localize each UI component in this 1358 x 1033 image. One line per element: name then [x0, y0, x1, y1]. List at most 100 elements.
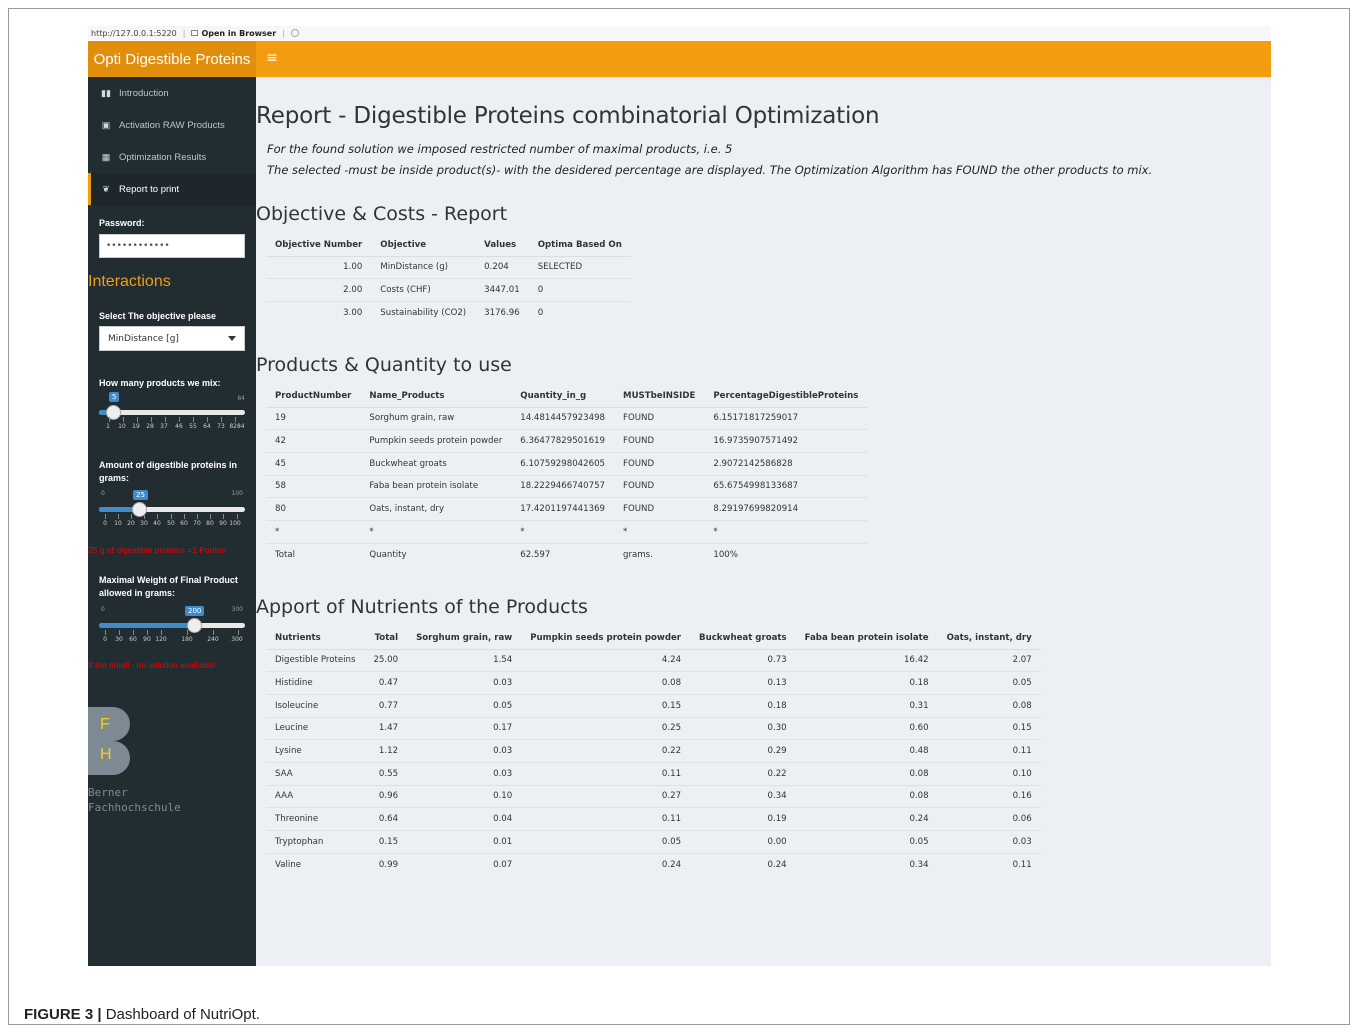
table-header: Pumpkin seeds protein powder [521, 627, 691, 650]
intro-line-1: For the found solution we imposed restri… [267, 142, 733, 156]
open-in-browser-label: Open in Browser [201, 28, 277, 38]
nutrient-name: Lysine [266, 739, 365, 763]
weight-warning-note: If too small - no solution available! [88, 660, 217, 670]
nutrient-value: 0.05 [937, 671, 1041, 695]
header-bar: Opti Digestible Proteins ≡ [88, 41, 1271, 77]
nutrient-value: 0.11 [937, 739, 1041, 763]
slider-value: 200 [185, 606, 205, 616]
nutrient-value: 0.18 [690, 693, 796, 718]
nutrient-value: 0.03 [407, 761, 522, 786]
book-icon: ▮▮ [101, 87, 111, 98]
nutrient-value: 0.01 [407, 830, 522, 854]
nutrient-name: Leucine [266, 716, 365, 740]
objective-select[interactable]: MinDistance [g] [99, 326, 245, 351]
open-in-browser-button[interactable]: Open in Browser [191, 29, 276, 38]
calculator-icon: ▦ [101, 151, 111, 162]
table-header: Objective [371, 234, 476, 257]
table-row: 80 Oats, instant, dry 17.4201197441369 FOUN… [266, 497, 868, 521]
chevron-down-icon [228, 336, 236, 341]
sidebar-item-introduction[interactable]: ▮▮ Introduction [88, 77, 256, 109]
sidebar-item-report[interactable]: ❦ Report to print [88, 173, 256, 205]
products-section-title: Products & Quantity to use [256, 354, 512, 376]
objective-table: Objective Number Objective Values Optima… [266, 234, 631, 325]
sidebar-item-label: Introduction [119, 87, 169, 99]
nutrient-value: 0.03 [407, 671, 522, 695]
products-count-slider[interactable]: 84 5 1 10 19 28 37 46 55 64 73 8284 [99, 392, 245, 432]
nutrient-value: 0.08 [937, 693, 1041, 718]
digestible-proteins-slider[interactable]: 0 100 25 0 10 20 30 40 50 60 70 80 90 100 [99, 487, 245, 529]
objective-label: Select The objective please [99, 311, 217, 321]
nutrient-value: 0.48 [795, 739, 938, 763]
max-weight-slider[interactable]: 0 300 200 0 30 60 90 120 180 240 300 [99, 603, 245, 645]
table-row: Isoleucine 0.77 0.05 0.15 0.18 0.31 0.08 [266, 693, 1041, 718]
table-row: Total Quantity 62.597 grams. 100% [266, 542, 868, 566]
slider-max: 84 [237, 395, 245, 402]
table-row: Digestible Proteins 25.00 1.54 4.24 0.73 16.4… [266, 648, 1041, 672]
nutrient-value: 0.19 [690, 807, 796, 831]
nutrient-value: 25.00 [364, 648, 408, 672]
nutrient-value: 0.11 [521, 807, 691, 831]
nutrient-value: 1.12 [364, 739, 408, 763]
nutrient-value: 0.31 [795, 693, 938, 718]
nutrient-name: Histidine [266, 671, 365, 695]
window-icon [191, 30, 199, 36]
table-header: ProductNumber [266, 385, 361, 408]
nutrient-value: 1.47 [364, 716, 408, 740]
nutrient-value: 0.10 [407, 784, 522, 808]
nutrient-value: 0.13 [690, 671, 796, 695]
nutrient-value: 0.29 [690, 739, 796, 763]
separator: | [282, 28, 285, 38]
clipboard-icon: ▣ [101, 119, 111, 130]
sidebar-item-activation[interactable]: ▣ Activation RAW Products [88, 109, 256, 141]
table-row: * * * * * [266, 519, 868, 544]
password-field[interactable]: •••••••••••• [99, 234, 245, 258]
nutrient-value: 0.04 [407, 807, 522, 831]
password-label: Password: [99, 218, 145, 228]
nutrient-value: 0.34 [690, 784, 796, 808]
sidebar-item-label: Report to print [119, 183, 180, 195]
slider-tick-labels: 0 10 20 30 40 50 60 70 80 90 100 [103, 520, 241, 527]
table-header: Objective Number [266, 234, 372, 257]
nutrient-value: 0.96 [364, 784, 408, 808]
products-table: ProductNumber Name_Products Quantity_in_… [266, 385, 868, 566]
table-row: 3.00 Sustainability (CO2) 3176.96 0 [266, 300, 631, 325]
nutrient-value: 0.17 [407, 716, 522, 740]
slider-max: 300 [231, 606, 243, 613]
nutrient-value: 2.07 [937, 648, 1041, 672]
figure-caption: FIGURE 3 | Dashboard of NutriOpt. [24, 1006, 260, 1023]
slider-tick-labels: 0 30 60 90 120 180 240 300 [103, 636, 243, 643]
app-title: Opti Digestible Proteins [88, 41, 256, 77]
hamburger-menu-icon[interactable]: ≡ [264, 50, 280, 66]
nutrient-name: Valine [266, 852, 365, 876]
sidebar: ▮▮ Introduction ▣ Activation RAW Product… [88, 77, 256, 966]
separator: | [182, 28, 186, 38]
nutrient-name: Threonine [266, 807, 365, 831]
nutrient-value: 0.99 [364, 852, 408, 876]
intro-line-2: The selected -must be inside product(s)-… [267, 163, 1153, 177]
table-header: Total [364, 627, 408, 650]
url-text[interactable]: http://127.0.0.1:5220 [91, 29, 177, 38]
table-row: SAA 0.55 0.03 0.11 0.22 0.08 0.10 [266, 761, 1041, 786]
nutrient-value: 0.27 [521, 784, 691, 808]
table-header: PercentageDigestibleProteins [704, 385, 868, 408]
nutrient-value: 0.47 [364, 671, 408, 695]
table-row: 42 Pumpkin seeds protein powder 6.36477829… [266, 429, 868, 453]
nutrient-value: 0.15 [937, 716, 1041, 740]
nutrient-value: 0.03 [937, 830, 1041, 854]
nutrient-name: Tryptophan [266, 830, 365, 854]
nutrient-value: 16.42 [795, 648, 938, 672]
sidebar-item-label: Activation RAW Products [119, 119, 225, 131]
table-header: Values [475, 234, 529, 257]
nutrient-value: 0.18 [795, 671, 938, 695]
seedling-icon: ❦ [102, 183, 110, 194]
nutrient-value: 0.11 [521, 761, 691, 786]
table-header: Name_Products [360, 385, 512, 408]
caption-label: FIGURE 3 | [24, 1006, 102, 1023]
nutrient-value: 0.15 [364, 830, 408, 854]
nutrient-value: 0.16 [937, 784, 1041, 808]
sidebar-item-optimization-results[interactable]: ▦ Optimization Results [88, 141, 256, 173]
nutrient-value: 0.07 [407, 852, 522, 876]
refresh-icon[interactable] [290, 29, 299, 37]
slider-ticks [99, 630, 245, 635]
table-row: 19 Sorghum grain, raw 14.4814457923498 FOUN… [266, 406, 868, 430]
